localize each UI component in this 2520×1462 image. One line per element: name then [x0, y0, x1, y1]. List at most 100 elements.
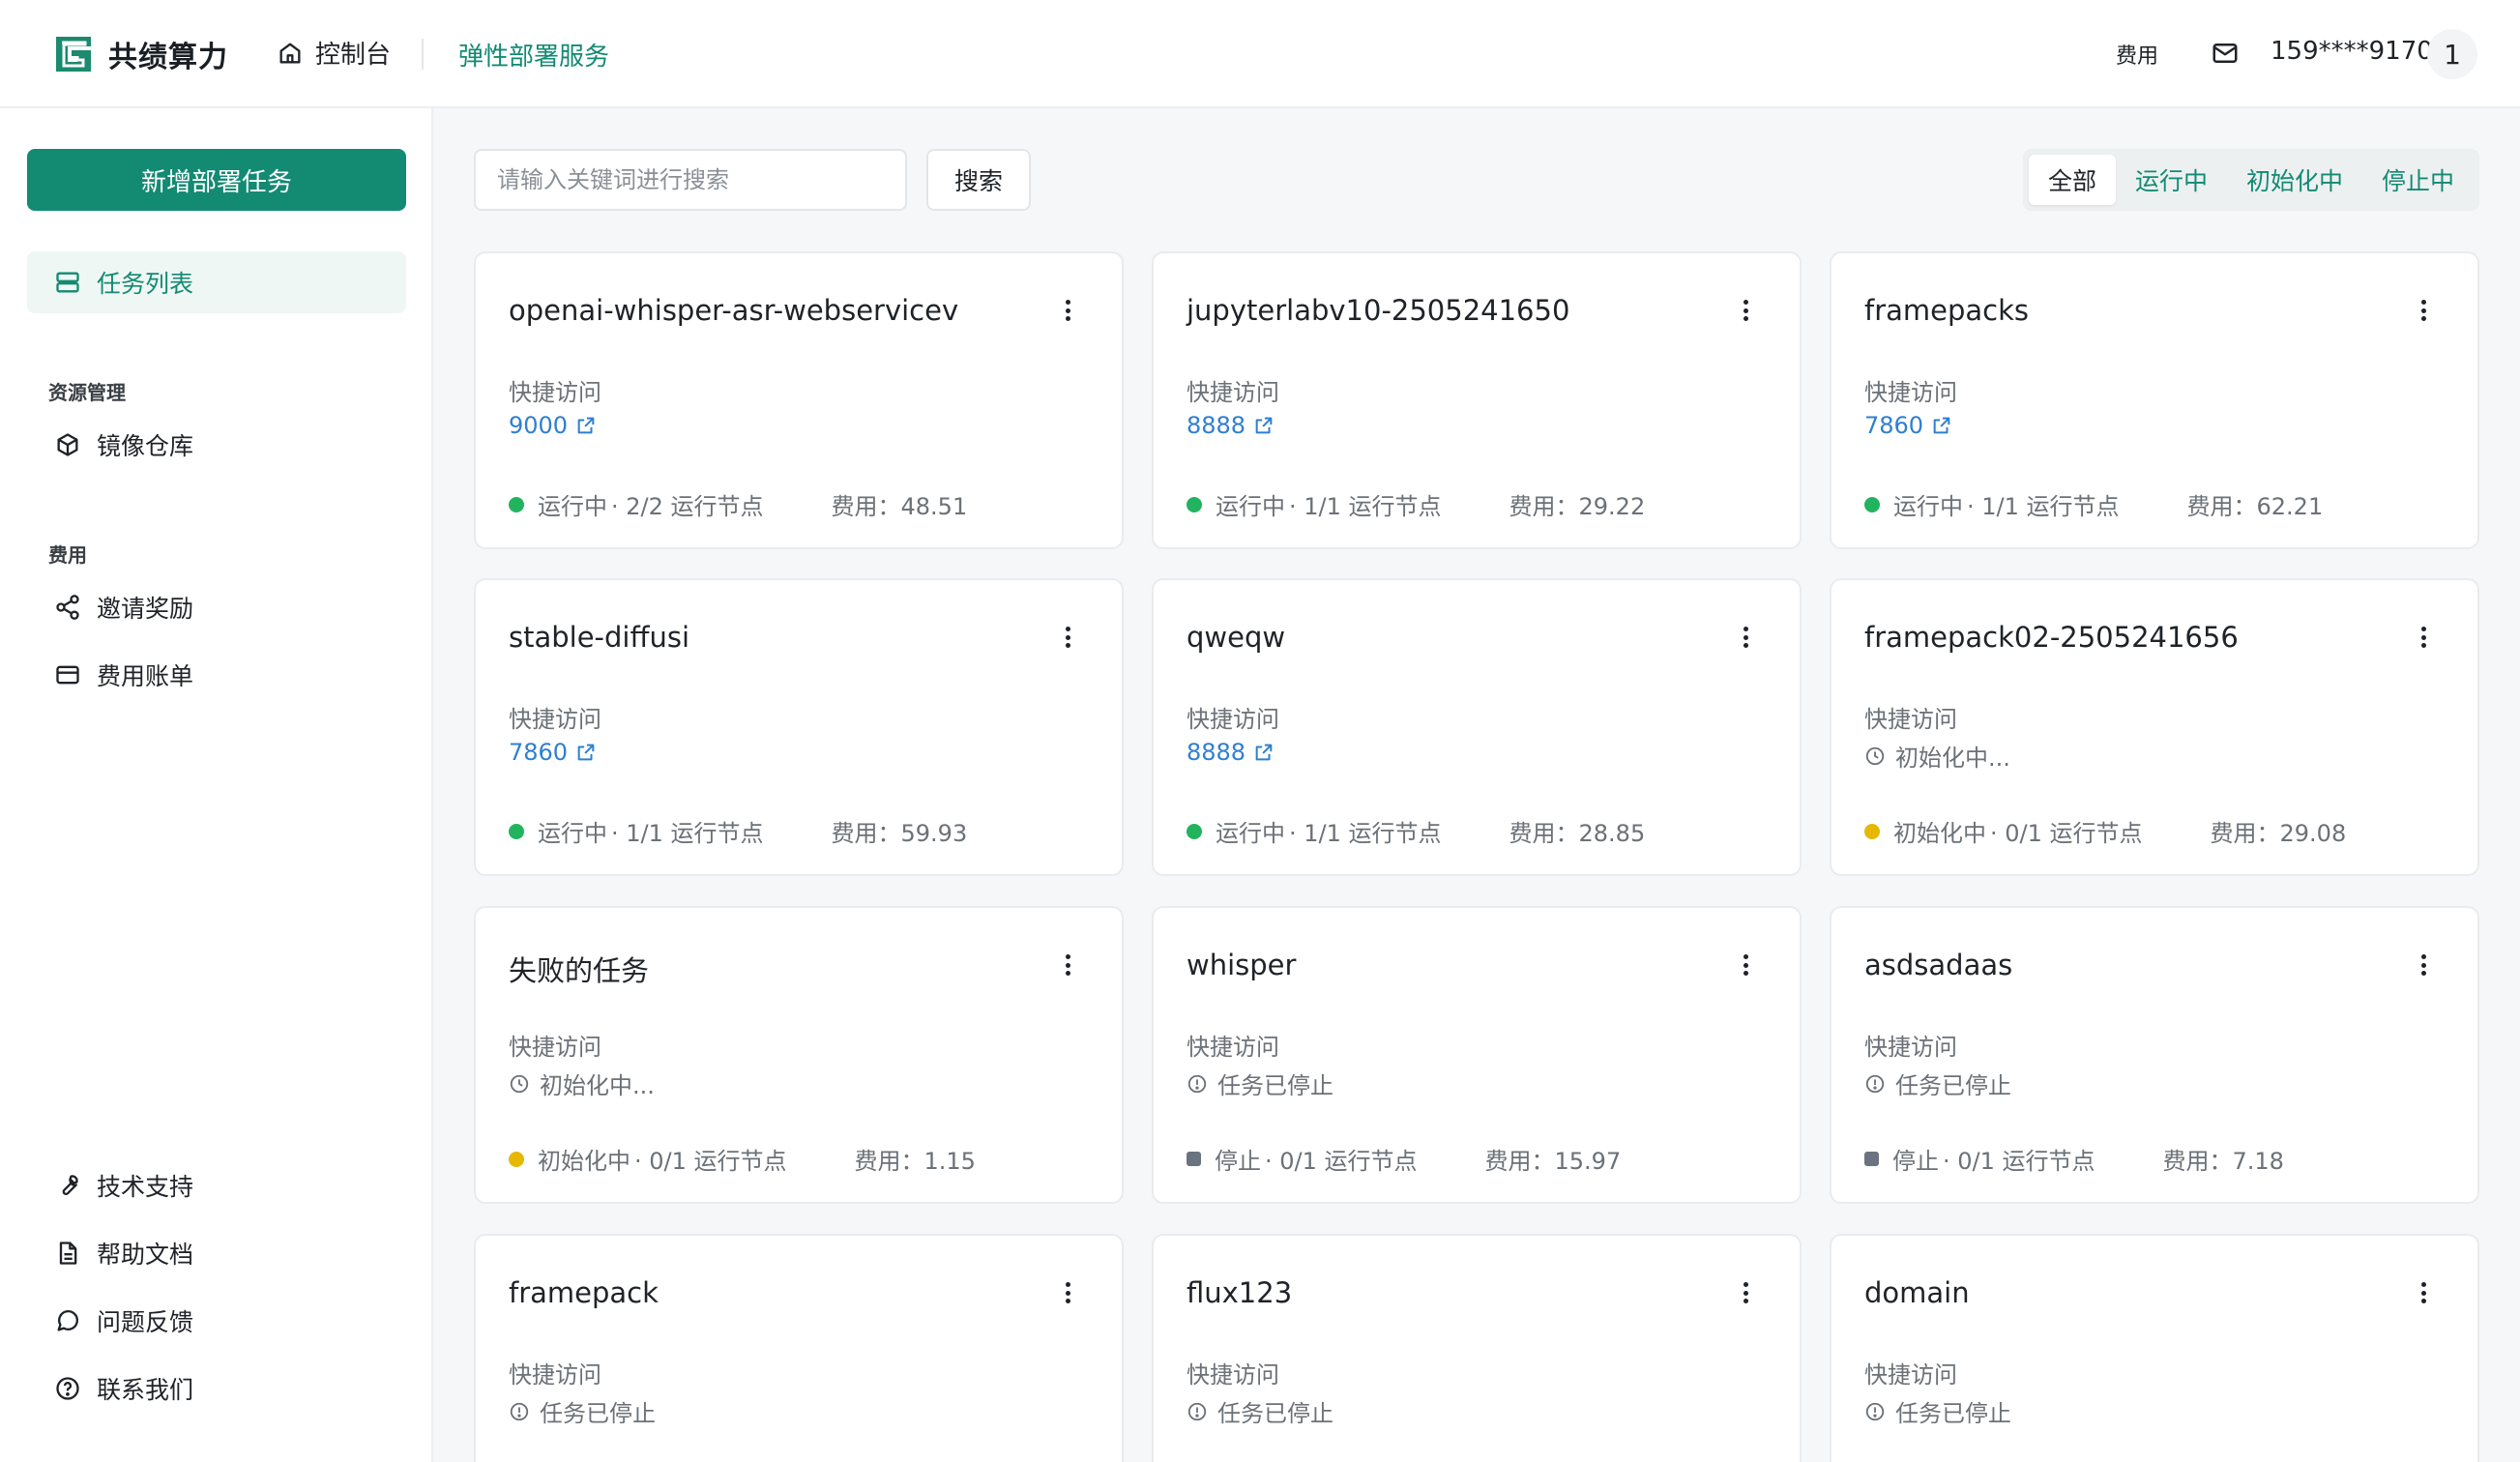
task-title[interactable]: openai-whisper-asr-webservicev — [509, 294, 958, 327]
sidebar-item-billing[interactable]: 费用账单 — [27, 644, 406, 706]
brand-logo[interactable]: 共绩算力 — [52, 33, 228, 75]
section-title-resources: 资源管理 — [48, 381, 126, 404]
info-circle-icon — [1865, 1074, 1885, 1093]
task-title[interactable]: 失败的任务 — [509, 949, 649, 989]
tab-all[interactable]: 全部 — [2029, 155, 2116, 205]
chat-bubble-icon — [57, 1309, 79, 1331]
access-state-text: 任务已停止 — [1895, 1072, 2011, 1099]
access-state: 任务已停止 — [1864, 1067, 2011, 1100]
status-text: 停止 — [1215, 1148, 1261, 1175]
task-title[interactable]: qweqw — [1187, 621, 1285, 654]
task-card[interactable]: 失败的任务 快捷访问 初始化中... 初始化中 · 0/1 运行节点 费用：1.15 — [474, 906, 1124, 1204]
status-dot — [1864, 1152, 1879, 1166]
task-card[interactable]: asdsadaas 快捷访问 任务已停止 停止 · 0/1 运行节点 费用：7.18 — [1830, 906, 2479, 1204]
tab-running[interactable]: 运行中 — [2116, 155, 2227, 205]
more-menu-icon[interactable] — [1062, 1278, 1073, 1307]
status-text: 运行中 — [1216, 820, 1285, 847]
more-menu-icon[interactable] — [1740, 950, 1751, 980]
sidebar-item-support[interactable]: 技术支持 — [27, 1155, 406, 1216]
mail-icon[interactable] — [2211, 39, 2240, 68]
sidebar-item-invite[interactable]: 邀请奖励 — [27, 576, 406, 638]
task-fee: 费用：7.18 — [2162, 1148, 2284, 1175]
quick-access-link[interactable]: 8888 — [1187, 739, 1275, 766]
access-state: 任务已停止 — [1187, 1067, 1333, 1100]
access-state: 初始化中... — [509, 1067, 655, 1100]
quick-access-label: 快捷访问 — [509, 706, 601, 733]
port-number: 7860 — [509, 739, 569, 766]
brand-logo-icon — [56, 37, 91, 72]
sidebar-item-image-repo[interactable]: 镜像仓库 — [27, 414, 406, 476]
search-input[interactable] — [474, 149, 907, 211]
task-title[interactable]: framepacks — [1864, 294, 2029, 327]
brand-name: 共绩算力 — [108, 41, 228, 74]
quick-access-label: 快捷访问 — [1864, 1361, 1957, 1389]
access-state: 任务已停止 — [1187, 1394, 1333, 1428]
avatar[interactable]: 1 — [2427, 29, 2477, 79]
access-state-text: 任务已停止 — [540, 1400, 656, 1427]
more-menu-icon[interactable] — [2417, 296, 2429, 325]
task-card[interactable]: openai-whisper-asr-webservicev 快捷访问 9000… — [474, 251, 1124, 549]
task-card[interactable]: qweqw 快捷访问 8888 运行中 · 1/1 运行节点 费用：28.85 — [1152, 578, 1802, 876]
sidebar-item-label: 费用账单 — [97, 662, 194, 690]
tab-stopped[interactable]: 停止中 — [2362, 155, 2474, 205]
task-card[interactable]: framepacks 快捷访问 7860 运行中 · 1/1 运行节点 费用：62.… — [1830, 251, 2479, 549]
task-card[interactable]: framepack 快捷访问 任务已停止 — [474, 1234, 1124, 1462]
task-card[interactable]: domain 快捷访问 任务已停止 — [1830, 1234, 2479, 1462]
quick-access-link[interactable]: 9000 — [509, 412, 597, 439]
more-menu-icon[interactable] — [2417, 1278, 2429, 1307]
more-menu-icon[interactable] — [1062, 296, 1073, 325]
sidebar-item-docs[interactable]: 帮助文档 — [27, 1222, 406, 1284]
more-menu-icon[interactable] — [2417, 623, 2429, 652]
status-dot — [1187, 1152, 1201, 1166]
more-menu-icon[interactable] — [1740, 1278, 1751, 1307]
task-card[interactable]: stable-diffusi 快捷访问 7860 运行中 · 1/1 运行节点 费用… — [474, 578, 1124, 876]
sidebar-item-contact[interactable]: 联系我们 — [27, 1358, 406, 1419]
task-title[interactable]: domain — [1864, 1276, 1970, 1309]
search-button[interactable]: 搜索 — [926, 149, 1031, 211]
node-count: · 0/1 运行节点 — [634, 1148, 787, 1175]
more-menu-icon[interactable] — [1740, 296, 1751, 325]
more-menu-icon[interactable] — [1062, 623, 1073, 652]
status-dot — [1187, 823, 1202, 839]
quick-access-label: 快捷访问 — [1187, 706, 1279, 733]
status-text: 运行中 — [1893, 493, 1963, 520]
node-count: · 2/2 运行节点 — [611, 493, 764, 520]
quick-access-label: 快捷访问 — [509, 379, 601, 406]
task-title[interactable]: asdsadaas — [1864, 949, 2012, 981]
status-filter-tabs: 全部 运行中 初始化中 停止中 — [2023, 149, 2479, 211]
quick-access-link[interactable]: 7860 — [509, 739, 597, 766]
node-count: · 1/1 运行节点 — [611, 820, 764, 847]
task-card[interactable]: whisper 快捷访问 任务已停止 停止 · 0/1 运行节点 费用：15.97 — [1152, 906, 1802, 1204]
clock-icon — [1865, 746, 1885, 765]
nav-elastic-deploy[interactable]: 弹性部署服务 — [458, 37, 609, 73]
task-status: 运行中 · 1/1 运行节点 费用：29.22 — [1187, 487, 1645, 521]
new-deploy-task-button[interactable]: 新增部署任务 — [27, 149, 406, 211]
info-circle-icon — [1865, 1402, 1885, 1420]
section-title-fee: 费用 — [48, 543, 87, 567]
task-title[interactable]: framepack02-2505241656 — [1864, 621, 2239, 654]
task-card[interactable]: flux123 快捷访问 任务已停止 — [1152, 1234, 1802, 1462]
more-menu-icon[interactable] — [1062, 950, 1073, 980]
task-card[interactable]: framepack02-2505241656 快捷访问 初始化中... 初始化中… — [1830, 578, 2479, 876]
user-phone[interactable]: 159****9170 — [2271, 37, 2433, 66]
sidebar-item-feedback[interactable]: 问题反馈 — [27, 1290, 406, 1352]
header-fee-link[interactable]: 费用 — [2116, 39, 2158, 70]
task-title[interactable]: jupyterlabv10-2505241650 — [1187, 294, 1569, 327]
task-title[interactable]: whisper — [1187, 949, 1296, 981]
more-menu-icon[interactable] — [2417, 950, 2429, 980]
task-fee: 费用：29.22 — [1509, 493, 1646, 520]
task-title[interactable]: stable-diffusi — [509, 621, 689, 654]
quick-access-label: 快捷访问 — [509, 1034, 601, 1061]
share-icon — [56, 595, 79, 620]
status-dot — [1864, 496, 1880, 512]
quick-access-link[interactable]: 8888 — [1187, 412, 1275, 439]
quick-access-link[interactable]: 7860 — [1864, 412, 1952, 439]
task-card[interactable]: jupyterlabv10-2505241650 快捷访问 8888 运行中 · … — [1152, 251, 1802, 549]
tab-initializing[interactable]: 初始化中 — [2227, 155, 2362, 205]
task-title[interactable]: framepack — [509, 1276, 659, 1309]
nav-console[interactable]: 控制台 — [277, 35, 391, 71]
nav-divider — [422, 39, 424, 70]
sidebar-item-task-list[interactable]: 任务列表 — [27, 251, 406, 313]
task-title[interactable]: flux123 — [1187, 1276, 1292, 1309]
more-menu-icon[interactable] — [1740, 623, 1751, 652]
